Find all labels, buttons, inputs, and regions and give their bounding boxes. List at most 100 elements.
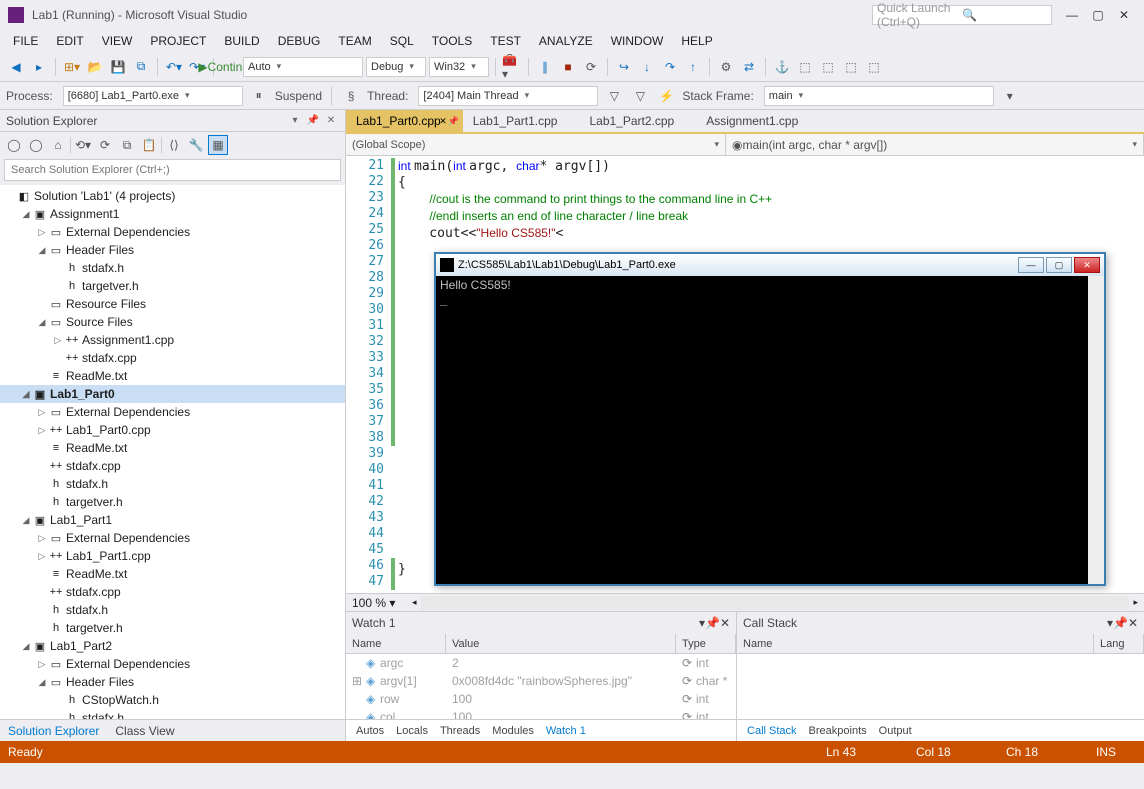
continue-button[interactable]: ▶ Continue ▾ (220, 57, 240, 77)
menu-help[interactable]: HELP (672, 34, 721, 48)
tree-node[interactable]: htargetver.h (0, 493, 345, 511)
panel-tab[interactable]: Watch 1 (540, 720, 592, 741)
menu-tools[interactable]: TOOLS (423, 34, 481, 48)
config-combo-2[interactable]: Debug (366, 57, 426, 77)
f3-icon[interactable]: ⚡ (656, 86, 676, 106)
tree-node[interactable]: ++stdafx.cpp (0, 349, 345, 367)
toolbox-icon[interactable]: 🧰▾ (502, 57, 522, 77)
menu-team[interactable]: TEAM (329, 34, 380, 48)
callstack-col-name[interactable]: Name (737, 634, 1094, 653)
tab-class-view[interactable]: Class View (107, 720, 182, 741)
tree-node[interactable]: ▭Resource Files (0, 295, 345, 313)
menu-view[interactable]: VIEW (93, 34, 142, 48)
se-fwd-icon[interactable]: ◯ (26, 135, 46, 155)
editor-tab[interactable]: Assignment1.cpp (696, 110, 820, 132)
undo-icon[interactable]: ↶▾ (164, 57, 184, 77)
zoom-combo[interactable]: 100 % ▾ (352, 596, 412, 610)
tree-node[interactable]: ◢▭Source Files (0, 313, 345, 331)
panel-tab[interactable]: Modules (486, 720, 540, 741)
minimize-button[interactable]: — (1060, 5, 1084, 25)
watch-row[interactable]: ⊞◈argv[1]0x008fd4dc "rainbowSpheres.jpg"… (346, 672, 736, 690)
f1-icon[interactable]: ▽ (604, 86, 624, 106)
new-project-icon[interactable]: ⊞▾ (62, 57, 82, 77)
f2-icon[interactable]: ▽ (630, 86, 650, 106)
tree-node[interactable]: ◢▣Lab1_Part2 (0, 637, 345, 655)
code-editor[interactable]: 2122232425262728293031323334353637383940… (346, 156, 1144, 593)
tree-node[interactable]: ◢▣Assignment1 (0, 205, 345, 223)
panel-dropdown-icon[interactable]: ▾ (287, 113, 303, 129)
se-refresh-icon[interactable]: ⟳ (95, 135, 115, 155)
tree-node[interactable]: ▷▭External Dependencies (0, 403, 345, 421)
show-next-icon[interactable]: ↪ (614, 57, 634, 77)
tree-node[interactable]: ◢▭Header Files (0, 241, 345, 259)
scope-combo[interactable]: (Global Scope) (346, 134, 726, 155)
tree-node[interactable]: ▷▭External Dependencies (0, 223, 345, 241)
tree-node[interactable]: ◧Solution 'Lab1' (4 projects) (0, 187, 345, 205)
se-sync-icon[interactable]: ⟲▾ (73, 135, 93, 155)
step-over-icon[interactable]: ↷ (660, 57, 680, 77)
panel-tab[interactable]: Breakpoints (803, 720, 873, 741)
step-out-icon[interactable]: ↑ (683, 57, 703, 77)
watch-col-name[interactable]: Name (346, 634, 446, 653)
tree-node[interactable]: ++stdafx.cpp (0, 583, 345, 601)
panel-pin-icon[interactable]: 📌 (1113, 616, 1128, 630)
menu-file[interactable]: FILE (4, 34, 47, 48)
panel-tab[interactable]: Threads (434, 720, 486, 741)
find-icon[interactable]: ⚓ (772, 57, 792, 77)
tree-node[interactable]: hstdafx.h (0, 259, 345, 277)
thread-combo[interactable]: [2404] Main Thread (418, 86, 598, 106)
callstack-col-lang[interactable]: Lang (1094, 634, 1144, 653)
tree-node[interactable]: ≡ReadMe.txt (0, 565, 345, 583)
horizontal-scrollbar[interactable] (421, 596, 1130, 610)
config-combo-1[interactable]: Auto (243, 57, 363, 77)
tree-node[interactable]: ≡ReadMe.txt (0, 367, 345, 385)
panel-tab[interactable]: Output (873, 720, 918, 741)
x3-icon[interactable]: ⬚ (841, 57, 861, 77)
menu-test[interactable]: TEST (481, 34, 530, 48)
tree-node[interactable]: hstdafx.h (0, 475, 345, 493)
suspend-icon[interactable]: ⏸ (249, 86, 269, 106)
se-back-icon[interactable]: ◯ (4, 135, 24, 155)
se-scope-icon[interactable]: ⟨⟩ (164, 135, 184, 155)
watch-col-type[interactable]: Type (676, 634, 736, 653)
close-button[interactable]: ✕ (1112, 5, 1136, 25)
tree-node[interactable]: ▷++Lab1_Part0.cpp (0, 421, 345, 439)
save-icon[interactable]: 💾 (108, 57, 128, 77)
open-file-icon[interactable]: 📂 (85, 57, 105, 77)
editor-tab[interactable]: Lab1_Part2.cpp (579, 110, 696, 132)
tree-node[interactable]: ▷++Assignment1.cpp (0, 331, 345, 349)
menu-build[interactable]: BUILD (215, 34, 268, 48)
pause-icon[interactable]: ∥ (535, 57, 555, 77)
panel-tab[interactable]: Call Stack (741, 720, 803, 741)
solution-tree[interactable]: ◧Solution 'Lab1' (4 projects)◢▣Assignmen… (0, 185, 345, 719)
panel-pin-icon[interactable]: 📌 (705, 616, 720, 630)
back-icon[interactable]: ◀ (6, 57, 26, 77)
thread-icon[interactable]: § (341, 86, 361, 106)
panel-close-icon[interactable]: ✕ (1128, 616, 1138, 630)
close-icon[interactable]: ✕ (439, 116, 447, 127)
menu-analyze[interactable]: ANALYZE (530, 34, 602, 48)
maximize-button[interactable]: ▢ (1086, 5, 1110, 25)
console-titlebar[interactable]: Z:\CS585\Lab1\Lab1\Debug\Lab1_Part0.exe … (436, 254, 1104, 276)
tree-node[interactable]: ◢▭Header Files (0, 673, 345, 691)
tree-node[interactable]: ◢▣Lab1_Part0 (0, 385, 345, 403)
tree-node[interactable]: ▷++Lab1_Part1.cpp (0, 547, 345, 565)
tree-node[interactable]: hstdafx.h (0, 709, 345, 719)
tree-node[interactable]: hstdafx.h (0, 601, 345, 619)
panel-tab[interactable]: Locals (390, 720, 434, 741)
watch-col-value[interactable]: Value (446, 634, 676, 653)
se-showall-icon[interactable]: ▦ (208, 135, 228, 155)
pin-icon[interactable]: 📌 (448, 116, 459, 127)
x2-icon[interactable]: ⬚ (818, 57, 838, 77)
x1-icon[interactable]: ⬚ (795, 57, 815, 77)
forward-icon[interactable]: ▸ (29, 57, 49, 77)
console-minimize-button[interactable]: — (1018, 257, 1044, 273)
se-collapse-icon[interactable]: ⧉ (117, 135, 137, 155)
function-combo[interactable]: ◉ main(int argc, char * argv[]) (726, 134, 1144, 155)
intellitrace-icon[interactable]: ⇄ (739, 57, 759, 77)
se-copy-icon[interactable]: 📋 (139, 135, 159, 155)
menu-sql[interactable]: SQL (381, 34, 423, 48)
console-scrollbar[interactable] (1088, 276, 1104, 584)
panel-close-icon[interactable]: ✕ (323, 113, 339, 129)
tree-node[interactable]: htargetver.h (0, 277, 345, 295)
